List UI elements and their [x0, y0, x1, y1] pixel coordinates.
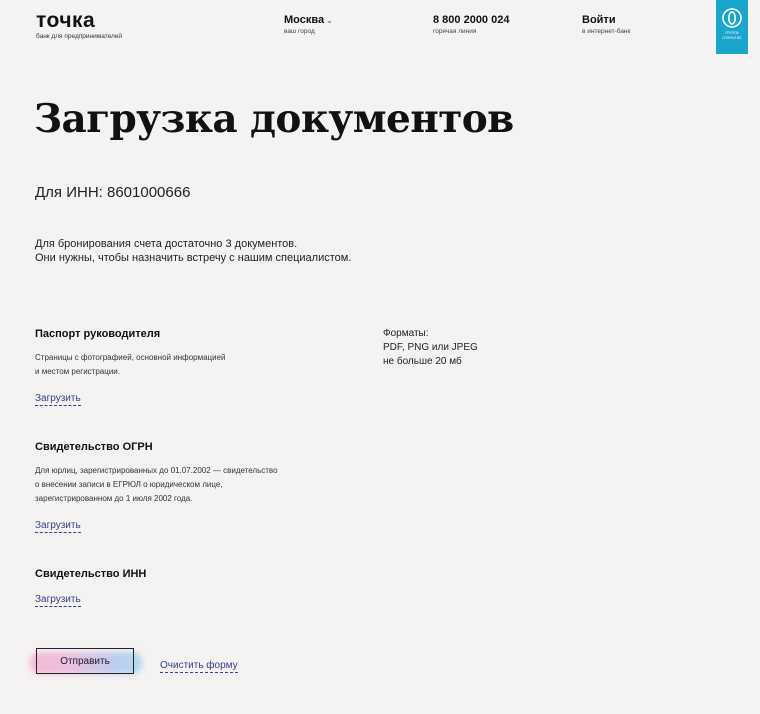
- page-title: Загрузка документов: [34, 96, 514, 142]
- logo-tagline: банк для предпринимателей: [36, 33, 123, 40]
- header: точка банк для предпринимателей Москва ⌄ …: [0, 0, 760, 54]
- document-description: Для юрлиц, зарегистрированных до 01.07.2…: [35, 464, 278, 506]
- document-title: Свидетельство ОГРН: [35, 441, 153, 453]
- login-link[interactable]: Войти в интернет-банк: [582, 14, 630, 35]
- document-passport: Паспорт руководителя Страницы с фотограф…: [35, 328, 226, 406]
- description-line: Для юрлиц, зарегистрированных до 01.07.2…: [35, 466, 278, 475]
- otkritie-logo-icon: [722, 8, 742, 28]
- description-line: Страницы с фотографией, основной информа…: [35, 353, 226, 362]
- submit-button[interactable]: Отправить: [36, 648, 134, 674]
- login-caption: в интернет-банк: [582, 28, 631, 35]
- document-description: Страницы с фотографией, основной информа…: [35, 351, 226, 379]
- login-label: Войти: [582, 14, 616, 26]
- chevron-down-icon: ⌄: [326, 16, 333, 25]
- intro-line: Они нужны, чтобы назначить встречу с наш…: [35, 252, 352, 264]
- document-title: Свидетельство ИНН: [35, 568, 147, 580]
- logo[interactable]: точка банк для предпринимателей: [36, 9, 123, 41]
- document-title: Паспорт руководителя: [35, 328, 161, 340]
- submit-area: Отправить: [30, 648, 142, 680]
- formats-label: Форматы:: [383, 328, 429, 339]
- formats-types: PDF, PNG или JPEG: [383, 342, 478, 353]
- hotline[interactable]: 8 800 2000 024 горячая линия: [433, 14, 509, 35]
- formats-size: не больше 20 мб: [383, 356, 462, 367]
- upload-ogrn-link[interactable]: Загрузить: [35, 520, 81, 533]
- city-selector[interactable]: Москва ⌄ ваш город: [284, 14, 333, 35]
- document-ogrn: Свидетельство ОГРН Для юрлиц, зарегистри…: [35, 441, 278, 533]
- intro-line: Для бронирования счета достаточно 3 доку…: [35, 238, 298, 250]
- city-caption: ваш город: [284, 28, 315, 35]
- upload-passport-link[interactable]: Загрузить: [35, 393, 81, 406]
- upload-inn-link[interactable]: Загрузить: [35, 594, 81, 607]
- intro-text: Для бронирования счета достаточно 3 доку…: [35, 237, 351, 265]
- description-line: о внесении записи в ЕГРЮЛ о юридическом …: [35, 480, 223, 489]
- inn-number: Для ИНН: 8601000666: [35, 184, 191, 201]
- otkritie-group-badge[interactable]: ГРУППА ОТКРЫТИЕ: [716, 0, 748, 54]
- description-line: и местом регистрации.: [35, 367, 120, 376]
- logo-name: точка: [36, 9, 96, 32]
- formats-info: Форматы: PDF, PNG или JPEG не больше 20 …: [383, 327, 478, 369]
- badge-text-line2: ОТКРЫТИЕ: [722, 35, 742, 40]
- badge-text-line1: ГРУППА: [725, 31, 739, 35]
- clear-form-link[interactable]: Очистить форму: [160, 660, 238, 673]
- city-name: Москва: [284, 14, 325, 26]
- hotline-caption: горячая линия: [433, 28, 477, 35]
- document-inn: Свидетельство ИНН Загрузить: [35, 568, 146, 607]
- hotline-phone: 8 800 2000 024: [433, 14, 510, 26]
- description-line: зарегистрированном до 1 июля 2002 года.: [35, 494, 193, 503]
